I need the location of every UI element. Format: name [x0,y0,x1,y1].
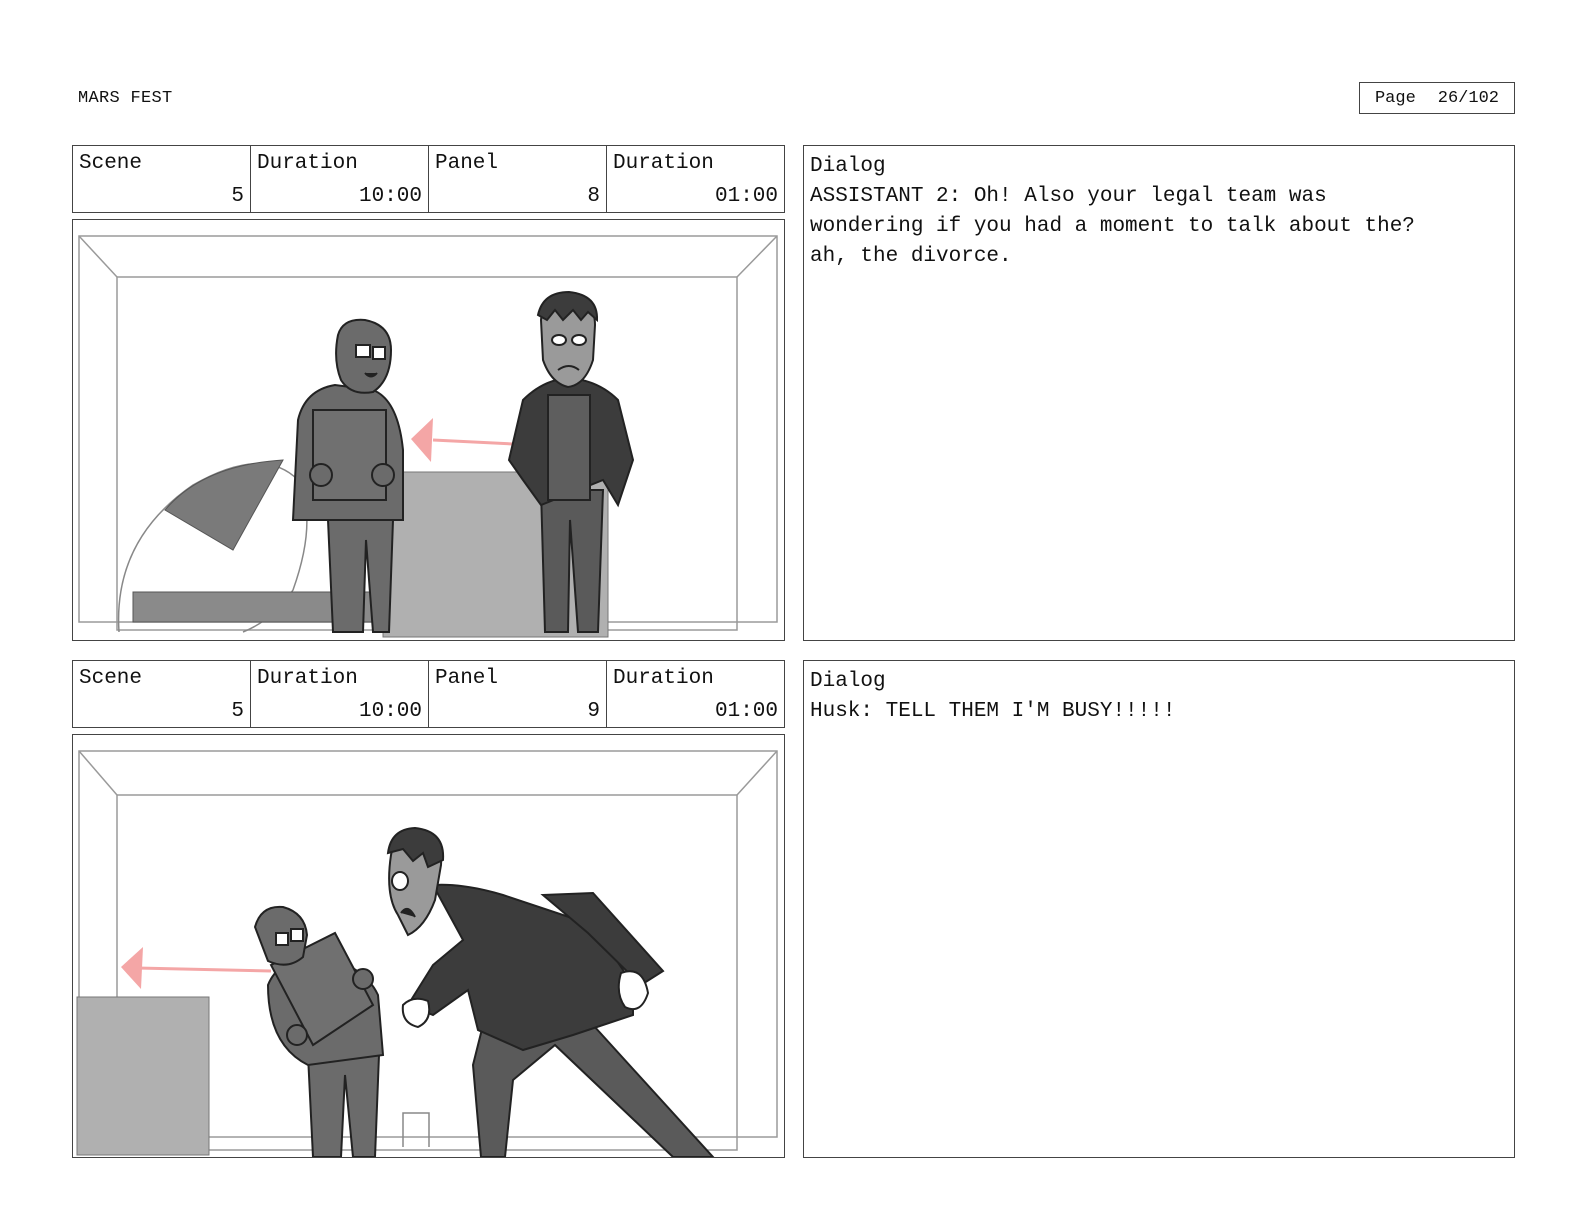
bin-outline [402,1112,430,1147]
scene-cell: Scene 5 [73,661,251,727]
panel-cell: Panel 9 [429,661,607,727]
panel-label: Panel [435,152,499,175]
panel-value: 9 [587,700,600,723]
panel-duration-value: 01:00 [714,185,778,208]
assistant-figure [291,318,404,633]
storyboard-frame [72,734,785,1158]
dialog-label: Dialog [810,155,886,178]
panel-value: 8 [587,185,600,208]
panel-duration-cell: Duration 01:00 [607,146,784,212]
scene-cell: Scene 5 [73,146,251,212]
cabinet [76,996,210,1156]
scene-duration-value: 10:00 [358,700,422,723]
panel-duration-label: Duration [613,152,714,175]
motion-arrow [121,947,272,989]
husk-figure [386,826,715,1157]
scene-duration-label: Duration [257,667,358,690]
scene-label: Scene [79,667,143,690]
assistant-figure [253,905,385,1157]
dialog-text: ASSISTANT 2: Oh! Also your legal team wa… [810,185,1415,268]
page-label: Page [1374,88,1416,108]
panel-info-table: Scene 5 Duration 10:00 Panel 8 Duration … [72,145,785,213]
panel-8-drawing [78,235,778,638]
panel-9-drawing [76,750,778,1157]
panel-duration-value: 01:00 [714,700,778,723]
scene-label: Scene [79,152,143,175]
panel-cell: Panel 8 [429,146,607,212]
scene-value: 5 [231,185,244,208]
page-number: 26/102 [1437,88,1499,108]
scene-value: 5 [231,700,244,723]
dialog-box: Dialog ASSISTANT 2: Oh! Also your legal … [803,145,1515,641]
motion-arrow [411,418,514,462]
panel-info-table: Scene 5 Duration 10:00 Panel 9 Duration … [72,660,785,728]
chair-seat [164,459,284,551]
storyboard-frame [72,219,785,641]
page-indicator: Page 26/102 [1359,82,1515,114]
panel-duration-label: Duration [613,667,714,690]
dialog-box: Dialog Husk: TELL THEM I'M BUSY!!!!! [803,660,1515,1158]
scene-duration-cell: Duration 10:00 [251,146,429,212]
scene-duration-label: Duration [257,152,358,175]
scene-duration-cell: Duration 10:00 [251,661,429,727]
dialog-text: Husk: TELL THEM I'M BUSY!!!!! [810,700,1176,723]
project-title: MARS FEST [78,89,173,108]
scene-duration-value: 10:00 [358,185,422,208]
panel-label: Panel [435,667,499,690]
dialog-label: Dialog [810,670,886,693]
panel-duration-cell: Duration 01:00 [607,661,784,727]
